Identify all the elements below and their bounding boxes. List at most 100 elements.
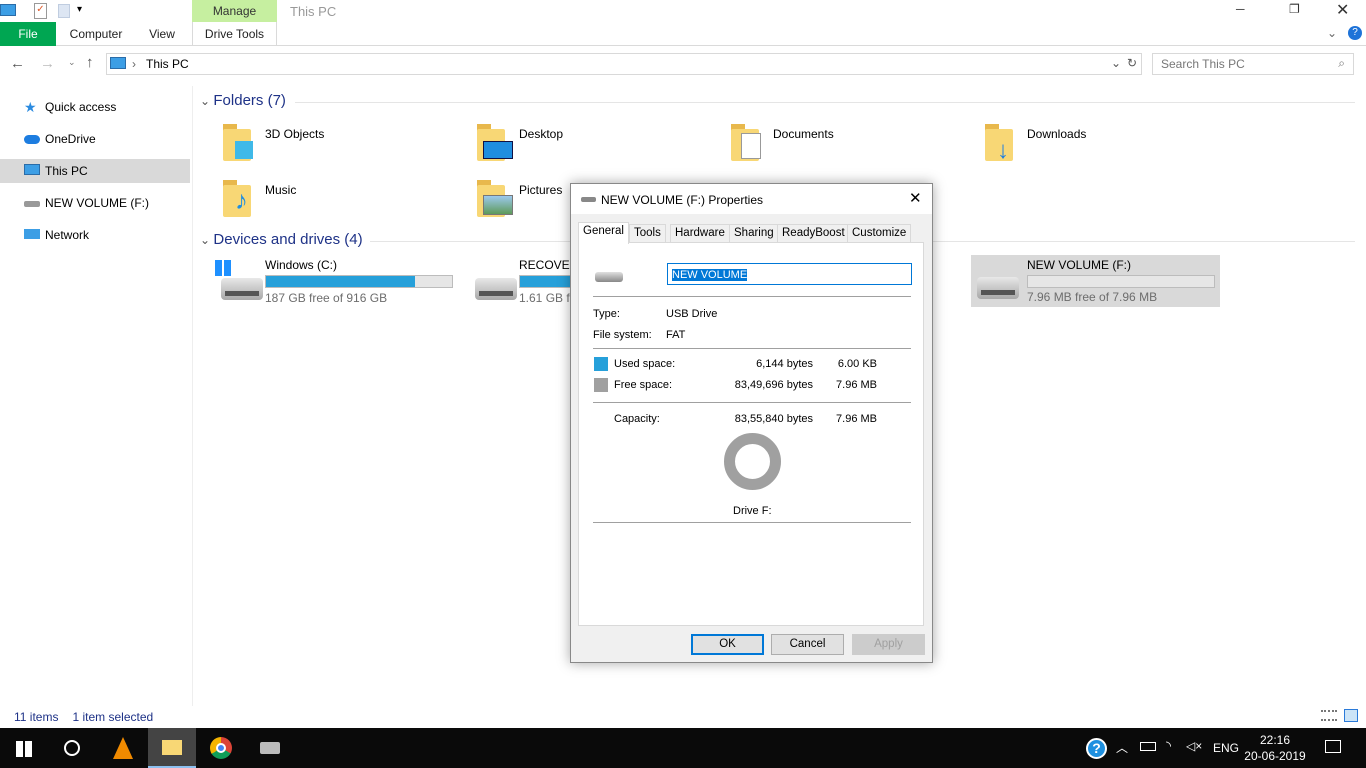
ribbon-tabs: File Computer View Drive Tools ⌄ ? <box>0 22 1366 46</box>
restore-button[interactable]: ❐ <box>1289 2 1300 16</box>
tab-customize[interactable]: Customize <box>847 224 912 243</box>
folder-label: Documents <box>773 127 834 141</box>
folder-3d-objects[interactable]: 3D Objects <box>219 121 459 169</box>
apply-button[interactable]: Apply <box>852 634 925 655</box>
folders-header[interactable]: Folders (7) <box>213 92 286 109</box>
tab-general[interactable]: General <box>578 222 629 244</box>
ok-button[interactable]: OK <box>691 634 764 655</box>
tab-computer[interactable]: Computer <box>60 22 132 46</box>
hard-drive-icon <box>221 278 263 300</box>
divider <box>593 348 911 349</box>
drive-label: NEW VOLUME (F:) <box>1027 258 1131 272</box>
close-button[interactable]: ✕ <box>1336 0 1349 20</box>
group-chevron-icon[interactable]: ⌄ <box>200 94 213 108</box>
new-folder-icon[interactable] <box>58 4 70 18</box>
cancel-button[interactable]: Cancel <box>771 634 844 655</box>
folder-icon <box>473 177 513 217</box>
dialog-close-button[interactable]: ✕ <box>909 189 922 207</box>
folder-icon <box>162 740 182 755</box>
folder-documents[interactable]: Documents <box>727 121 967 169</box>
customize-qat-icon[interactable]: ▾ <box>77 4 82 15</box>
recent-locations-icon[interactable]: ⌄ <box>68 57 76 68</box>
tab-view[interactable]: View <box>140 22 184 46</box>
devices-header[interactable]: Devices and drives (4) <box>213 231 362 248</box>
general-panel: NEW VOLUME Type: USB Drive File system: … <box>578 242 924 626</box>
up-button[interactable]: ↑ <box>86 54 94 71</box>
expand-ribbon-icon[interactable]: ⌄ <box>1327 26 1337 40</box>
search-input[interactable]: Search This PC ⌕ <box>1152 53 1354 75</box>
type-label: Type: <box>593 308 620 320</box>
nav-network[interactable]: Network <box>0 223 190 247</box>
language-indicator[interactable]: ENG <box>1213 741 1239 755</box>
show-hidden-icons-chevron[interactable]: ︿ <box>1116 739 1128 756</box>
used-space-label: Used space: <box>614 358 676 370</box>
folder-music[interactable]: ♪ Music <box>219 177 459 225</box>
minimize-button[interactable]: ─ <box>1236 2 1245 16</box>
back-button[interactable]: ← <box>10 55 25 72</box>
battery-icon[interactable] <box>1140 742 1156 751</box>
selection-count: 1 item selected <box>72 710 154 724</box>
nav-new-volume[interactable]: NEW VOLUME (F:) <box>0 191 190 215</box>
used-space-bytes: 6,144 bytes <box>756 358 813 370</box>
drive-usage-bar <box>1027 275 1215 288</box>
address-dropdown-icon[interactable]: ⌄ <box>1111 56 1121 70</box>
folder-desktop[interactable]: Desktop <box>473 121 713 169</box>
tab-sharing[interactable]: Sharing <box>729 224 779 243</box>
free-space-bytes: 83,49,696 bytes <box>734 379 813 391</box>
tab-hardware[interactable]: Hardware <box>670 224 730 243</box>
search-circle-icon <box>64 740 80 756</box>
volume-muted-icon[interactable]: ◁× <box>1186 739 1202 753</box>
drive-free-space: 7.96 MB free of 7.96 MB <box>1027 290 1158 304</box>
vlc-taskbar-button[interactable] <box>99 728 147 768</box>
drive-usage-bar <box>265 275 453 288</box>
forward-button[interactable]: → <box>40 55 55 72</box>
action-center-icon[interactable] <box>1325 740 1341 753</box>
wifi-icon[interactable]: ◝ <box>1166 738 1171 754</box>
nav-onedrive[interactable]: OneDrive <box>0 127 190 151</box>
drive-f-selected[interactable]: NEW VOLUME (F:) 7.96 MB free of 7.96 MB <box>971 255 1220 307</box>
search-placeholder: Search This PC <box>1161 57 1245 71</box>
divider <box>593 296 911 297</box>
tab-tools[interactable]: Tools <box>629 224 666 243</box>
clock[interactable]: 22:16 20-06-2019 <box>1240 732 1310 764</box>
tab-file[interactable]: File <box>0 22 56 46</box>
file-explorer-taskbar-button[interactable] <box>148 728 196 768</box>
folder-icon <box>727 121 763 161</box>
nav-quick-access[interactable]: ★ Quick access <box>0 95 190 119</box>
nav-label: This PC <box>45 164 88 178</box>
ribbon-context-manage[interactable]: Manage <box>192 0 277 22</box>
nav-label: OneDrive <box>45 132 96 146</box>
usb-taskbar-button[interactable] <box>246 728 294 768</box>
file-system-label: File system: <box>593 329 652 341</box>
breadcrumb-separator: › <box>132 57 136 71</box>
folder-icon: ♪ <box>219 177 255 217</box>
usb-drive-icon <box>581 197 596 202</box>
help-tray-icon[interactable]: ? <box>1086 738 1107 759</box>
vlc-icon <box>113 737 133 759</box>
properties-icon[interactable]: ✓ <box>34 3 47 19</box>
drive-c[interactable]: Windows (C:) 187 GB free of 916 GB <box>215 256 465 308</box>
help-icon[interactable]: ? <box>1348 26 1362 40</box>
address-bar[interactable]: › This PC ⌄ ↻ <box>106 53 1142 75</box>
usb-drive-icon <box>24 201 40 207</box>
cortana-button[interactable] <box>48 728 96 768</box>
nav-this-pc[interactable]: This PC <box>0 159 190 183</box>
item-count: 11 items <box>14 710 59 724</box>
tab-readyboost[interactable]: ReadyBoost <box>777 224 850 243</box>
group-chevron-icon[interactable]: ⌄ <box>200 233 213 247</box>
group-divider <box>295 102 1355 103</box>
usb-drive-icon <box>595 272 623 282</box>
folder-downloads[interactable]: ↓ Downloads <box>981 121 1221 169</box>
details-view-icon[interactable] <box>1321 710 1337 721</box>
hard-drive-icon <box>475 278 517 300</box>
refresh-icon[interactable]: ↻ <box>1127 56 1137 70</box>
computer-icon <box>24 164 40 175</box>
start-button[interactable] <box>0 728 48 768</box>
tab-drive-tools[interactable]: Drive Tools <box>192 22 277 46</box>
usb-drive-icon <box>260 742 280 754</box>
large-icons-view-icon[interactable] <box>1344 709 1358 722</box>
quick-access-toolbar: ✓ ▾ Manage This PC ─ ❐ ✕ <box>0 0 1366 22</box>
chrome-taskbar-button[interactable] <box>197 728 245 768</box>
breadcrumb-this-pc[interactable]: This PC <box>146 57 189 71</box>
volume-name-input[interactable]: NEW VOLUME <box>667 263 912 285</box>
